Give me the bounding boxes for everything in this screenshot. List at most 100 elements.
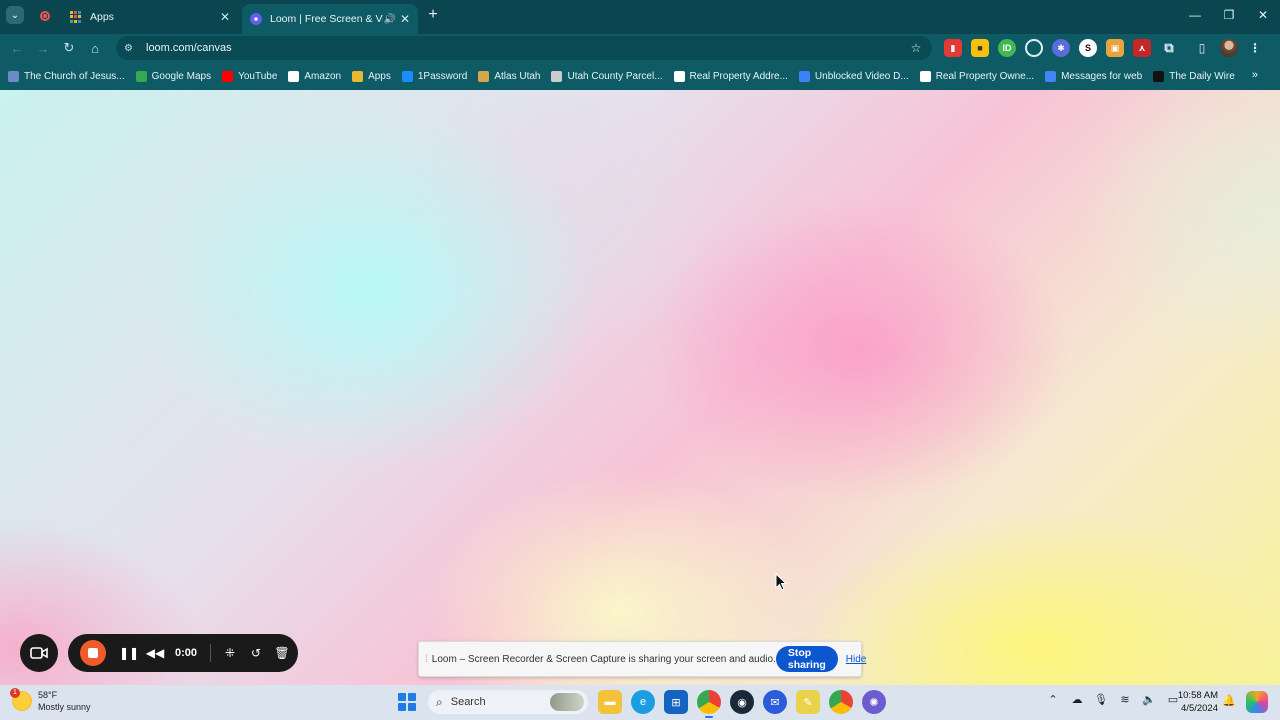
- extension-badge-icon[interactable]: ▣: [1106, 39, 1124, 57]
- drawing-tools-button[interactable]: ⁜: [217, 640, 243, 666]
- trash-icon: 🗑: [274, 646, 290, 660]
- chrome-icon[interactable]: [697, 690, 721, 718]
- bookmark-item[interactable]: Atlas Utah: [478, 70, 540, 82]
- weather-widget[interactable]: 1 58°F Mostly sunny: [10, 688, 91, 713]
- clock-date: 4/5/2024: [1181, 703, 1218, 714]
- loom-app-icon[interactable]: ✺: [862, 690, 886, 714]
- url-text[interactable]: loom.com/canvas: [146, 42, 908, 54]
- stop-icon: [88, 648, 98, 658]
- extension-note-icon[interactable]: ■: [971, 39, 989, 57]
- windows-logo-icon: [398, 693, 406, 701]
- kebab-menu-icon[interactable]: ⋮: [1246, 39, 1264, 57]
- copilot-icon[interactable]: [1246, 691, 1268, 713]
- extension-s-icon[interactable]: S: [1079, 39, 1097, 57]
- extension-refresh-icon[interactable]: [1025, 39, 1043, 57]
- puzzle-icon[interactable]: ⧉: [1160, 39, 1178, 57]
- globe-icon: [551, 70, 563, 82]
- pinned-tab-recording[interactable]: [32, 4, 58, 28]
- bookmark-item[interactable]: Utah County Parcel...: [551, 70, 663, 82]
- screen-sharing-notice: ⁞ Loom – Screen Recorder & Screen Captur…: [418, 641, 866, 677]
- tab-apps[interactable]: Apps ✕: [62, 4, 240, 30]
- extension-shield-icon[interactable]: ▮: [944, 39, 962, 57]
- close-icon[interactable]: ✕: [400, 12, 410, 26]
- reload-button[interactable]: ↻: [56, 35, 82, 61]
- side-panel-icon[interactable]: ▯: [1193, 39, 1211, 57]
- close-window-button[interactable]: ✕: [1246, 0, 1280, 30]
- restore-button[interactable]: ❐: [1212, 0, 1246, 30]
- steam-icon[interactable]: ◉: [730, 690, 754, 714]
- bookmarks-bar: The Church of Jesus... Google Maps YouTube…: [0, 62, 1280, 90]
- bookmark-label: Unblocked Video D...: [814, 70, 909, 82]
- video-icon: [798, 70, 810, 82]
- home-button[interactable]: ⌂: [82, 35, 108, 61]
- bookmark-label: Messages for web: [1061, 70, 1143, 82]
- edge-icon[interactable]: e: [631, 690, 655, 714]
- clock-time: 10:58 AM: [1177, 690, 1218, 701]
- notifications-bell-icon[interactable]: 🔔: [1222, 694, 1236, 707]
- microphone-icon[interactable]: 🎙: [1092, 693, 1110, 706]
- site-info-icon[interactable]: ⚙: [124, 43, 138, 54]
- forward-button[interactable]: →: [30, 35, 56, 61]
- rewind-button[interactable]: ◀◀: [142, 640, 168, 666]
- hide-notice-link[interactable]: Hide: [846, 654, 867, 665]
- bookmark-item[interactable]: Messages for web: [1045, 70, 1143, 82]
- bookmark-item[interactable]: Real Property Owne...: [919, 70, 1034, 82]
- speaker-icon[interactable]: 🔊: [383, 14, 395, 25]
- extension-gear-icon[interactable]: ✱: [1052, 39, 1070, 57]
- extension-pdf-icon[interactable]: ⋏: [1133, 39, 1151, 57]
- minimize-button[interactable]: —: [1178, 0, 1212, 30]
- close-icon[interactable]: ✕: [218, 10, 232, 24]
- bookmark-star-icon[interactable]: ☆: [908, 41, 924, 55]
- chat-icon[interactable]: ✉: [763, 690, 787, 714]
- bookmark-item[interactable]: Real Property Addre...: [673, 70, 788, 82]
- chevron-up-icon[interactable]: ⌃: [1044, 693, 1062, 706]
- search-highlight-image: [550, 693, 584, 711]
- arrow-right-icon: →: [36, 40, 50, 56]
- onepassword-icon: [401, 70, 413, 82]
- bookmark-item[interactable]: YouTube: [222, 70, 277, 82]
- bookmarks-overflow-icon[interactable]: »: [1252, 69, 1258, 81]
- dailywire-icon: [1153, 70, 1165, 82]
- loom-camera-button[interactable]: [20, 634, 58, 672]
- stop-recording-button[interactable]: [80, 640, 106, 666]
- bookmark-item[interactable]: Amazon: [288, 70, 341, 82]
- bookmark-item[interactable]: Unblocked Video D...: [798, 70, 909, 82]
- drag-handle-icon[interactable]: ⁞: [425, 654, 428, 665]
- delete-button[interactable]: 🗑: [269, 640, 295, 666]
- cloud-icon[interactable]: ☁: [1068, 693, 1086, 706]
- start-button[interactable]: [398, 693, 416, 711]
- bookmark-item[interactable]: 1Password: [401, 70, 467, 82]
- extension-id-icon[interactable]: ID: [998, 39, 1016, 57]
- bookmark-item[interactable]: The Daily Wire: [1153, 70, 1235, 82]
- new-tab-button[interactable]: +: [424, 6, 442, 24]
- extensions-area: ▮ ■ ID ✱ S ▣ ⋏ ⧉ ▯ ⋮: [944, 38, 1273, 58]
- chrome-profile-icon[interactable]: [829, 690, 853, 714]
- pause-button[interactable]: ❚❚: [116, 640, 142, 666]
- apps-grid-icon: [70, 11, 82, 23]
- taskbar-apps: ▬ e ⊞ ◉ ✉ ✎ ✺: [598, 690, 895, 718]
- bookmark-item[interactable]: Google Maps: [135, 70, 212, 82]
- sharing-message: Loom – Screen Recorder & Screen Capture …: [431, 653, 776, 665]
- bookmark-item[interactable]: Apps: [352, 70, 391, 82]
- tab-search-button[interactable]: ⌄: [6, 6, 24, 24]
- tab-loom[interactable]: Loom | Free Screen & Video Recording 🔊 ✕: [242, 4, 418, 34]
- speaker-muted-icon[interactable]: 🔈: [1140, 693, 1158, 706]
- tab-title: Apps: [90, 11, 114, 23]
- file-explorer-icon[interactable]: ▬: [598, 690, 622, 714]
- plus-icon: +: [428, 6, 438, 23]
- taskbar-clock[interactable]: 10:58 AM 4/5/2024: [1176, 689, 1218, 715]
- loom-icon: [250, 13, 262, 25]
- tab-title: Loom | Free Screen & Video Recording: [270, 13, 384, 25]
- wifi-icon[interactable]: ≋: [1116, 693, 1134, 706]
- store-icon[interactable]: ⊞: [664, 690, 688, 714]
- restart-button[interactable]: ↺: [243, 640, 269, 666]
- bookmark-item[interactable]: The Church of Jesus...: [8, 70, 125, 82]
- back-button[interactable]: ←: [4, 35, 30, 61]
- bookmark-label: Google Maps: [151, 70, 212, 82]
- stop-sharing-button[interactable]: Stop sharing: [775, 646, 838, 672]
- restore-icon: ❐: [1223, 8, 1235, 22]
- taskbar-search[interactable]: ⌕ Search: [428, 690, 588, 714]
- avatar[interactable]: [1220, 39, 1238, 57]
- address-bar[interactable]: ⚙ loom.com/canvas ☆: [116, 36, 932, 60]
- notes-icon[interactable]: ✎: [796, 690, 820, 714]
